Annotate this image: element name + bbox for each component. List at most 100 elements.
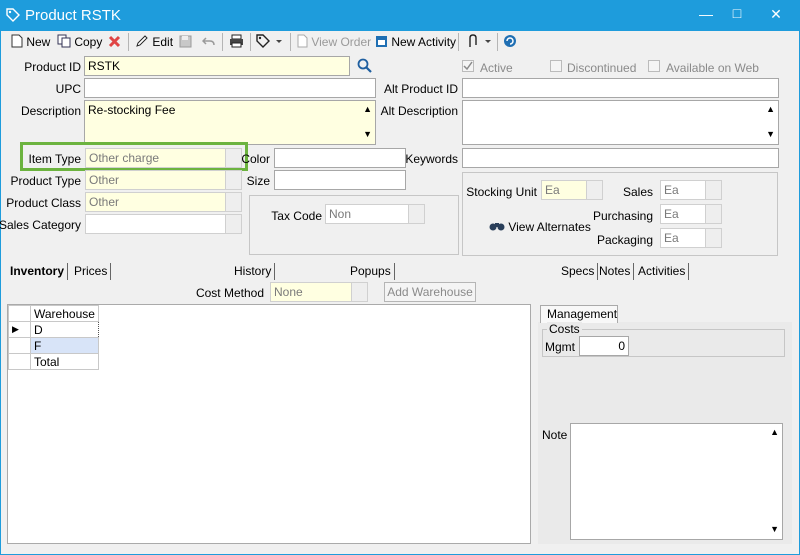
search-icon[interactable] — [357, 58, 372, 76]
dropdown-arrow-icon — [705, 229, 721, 247]
sales-unit-label: Sales — [622, 185, 653, 199]
cost-method-select[interactable]: None — [270, 282, 368, 302]
scroll-down-icon[interactable]: ▼ — [766, 129, 775, 139]
view-alternates-label: View Alternates — [508, 220, 591, 234]
minimize-button[interactable]: — — [691, 6, 721, 22]
calendar-icon — [376, 36, 387, 47]
available-on-web-checkbox[interactable] — [648, 60, 660, 72]
color-field[interactable] — [274, 148, 406, 168]
scroll-up-icon[interactable]: ▲ — [766, 104, 775, 114]
product-class-select[interactable]: Other — [85, 192, 242, 212]
alt-product-id-field[interactable] — [462, 78, 779, 98]
sales-unit-select[interactable]: Ea — [660, 180, 722, 200]
dropdown-arrow-icon — [705, 205, 721, 223]
tax-code-value: Non — [329, 207, 352, 221]
tab-specs[interactable]: Specs — [558, 263, 599, 280]
maximize-button[interactable]: □ — [722, 5, 752, 21]
close-button[interactable]: ✕ — [761, 6, 791, 23]
active-checkbox[interactable] — [462, 60, 474, 72]
tax-code-label: Tax Code — [271, 209, 322, 223]
toolbar-separator — [222, 33, 223, 51]
attachment-dropdown-icon[interactable] — [465, 34, 495, 52]
undo-icon[interactable] — [201, 35, 215, 51]
item-type-select[interactable]: Other charge — [85, 148, 242, 168]
packaging-unit-label: Packaging — [596, 233, 653, 247]
save-icon[interactable] — [179, 35, 192, 51]
alt-description-field[interactable]: ▲ ▼ — [462, 100, 779, 145]
table-row[interactable]: D — [30, 321, 99, 338]
new-activity-label: New Activity — [391, 35, 457, 49]
add-warehouse-label: Add Warehouse — [387, 285, 473, 299]
warehouse-grid: Warehouse ▶ D F Total — [8, 305, 99, 370]
table-row[interactable]: F — [30, 337, 99, 354]
refresh-icon[interactable] — [503, 34, 517, 51]
new-activity-button[interactable]: New Activity — [375, 32, 456, 52]
keywords-label: Keywords — [405, 152, 458, 166]
product-type-select[interactable]: Other — [85, 170, 242, 190]
warehouse-column-header[interactable]: Warehouse — [30, 305, 99, 322]
dropdown-arrow-icon — [408, 205, 424, 223]
binoculars-icon — [489, 223, 505, 231]
scroll-up-icon[interactable]: ▲ — [770, 427, 779, 437]
tab-popups[interactable]: Popups — [347, 263, 395, 280]
edit-button[interactable]: Edit — [135, 32, 173, 52]
scroll-down-icon[interactable]: ▼ — [363, 129, 372, 139]
row-selector — [8, 337, 31, 354]
window-title: Product RSTK — [25, 7, 121, 24]
purchasing-unit-value: Ea — [664, 207, 679, 221]
tax-code-select[interactable]: Non — [325, 204, 425, 224]
upc-field[interactable] — [84, 78, 376, 98]
sales-category-label: Sales Category — [0, 218, 81, 232]
scroll-down-icon[interactable]: ▼ — [770, 524, 779, 534]
tag-icon — [6, 8, 20, 25]
dropdown-arrow-icon — [225, 149, 241, 167]
toolbar-separator — [250, 33, 251, 51]
discontinued-checkbox[interactable] — [550, 60, 562, 72]
stocking-unit-select[interactable]: Ea — [541, 180, 603, 200]
keywords-field[interactable] — [462, 148, 779, 168]
upc-label: UPC — [55, 82, 81, 96]
purchasing-unit-select[interactable]: Ea — [660, 204, 722, 224]
tab-prices[interactable]: Prices — [71, 263, 112, 280]
toolbar-separator — [458, 33, 459, 51]
alt-description-label: Alt Description — [380, 104, 458, 118]
color-label: Color — [241, 152, 270, 166]
discontinued-label: Discontinued — [567, 61, 637, 75]
tab-management[interactable]: Management — [540, 305, 618, 323]
dropdown-arrow-icon — [586, 181, 602, 199]
add-warehouse-button[interactable]: Add Warehouse — [384, 282, 476, 302]
delete-icon[interactable] — [108, 35, 121, 51]
size-field[interactable] — [274, 170, 406, 190]
new-label: New — [26, 35, 51, 49]
title-bar: Product RSTK — □ ✕ — [0, 0, 800, 31]
mgmt-label: Mgmt — [545, 340, 575, 354]
item-type-label: Item Type — [28, 152, 81, 166]
description-field[interactable]: Re-stocking Fee ▲ ▼ — [84, 100, 376, 145]
tab-activities[interactable]: Activities — [635, 263, 690, 280]
packaging-unit-select[interactable]: Ea — [660, 228, 722, 248]
pencil-icon — [136, 35, 148, 47]
description-label: Description — [20, 104, 81, 118]
copy-button[interactable]: Copy — [57, 32, 102, 52]
toolbar-separator — [128, 33, 129, 51]
table-row[interactable]: Total — [30, 353, 99, 370]
print-icon[interactable] — [229, 34, 244, 51]
active-label: Active — [480, 61, 513, 75]
view-order-button[interactable]: View Order — [297, 32, 371, 52]
tab-inventory[interactable]: Inventory — [7, 263, 69, 280]
product-id-field[interactable]: RSTK — [84, 56, 350, 76]
tab-history[interactable]: History — [231, 263, 276, 280]
new-button[interactable]: New — [11, 32, 50, 52]
sales-category-select[interactable] — [85, 214, 242, 234]
view-alternates-link[interactable]: View Alternates — [489, 220, 591, 234]
dropdown-arrow-icon — [705, 181, 721, 199]
dropdown-arrow-icon — [225, 193, 241, 211]
mgmt-field[interactable]: 0 — [579, 336, 629, 356]
scroll-up-icon[interactable]: ▲ — [363, 104, 372, 114]
dropdown-arrow-icon — [225, 215, 241, 233]
note-field[interactable]: ▲ ▼ — [570, 423, 783, 540]
packaging-unit-value: Ea — [664, 231, 679, 245]
tab-notes[interactable]: Notes — [596, 263, 635, 280]
stocking-unit-value: Ea — [545, 183, 560, 197]
tag-dropdown-icon[interactable] — [256, 34, 286, 51]
